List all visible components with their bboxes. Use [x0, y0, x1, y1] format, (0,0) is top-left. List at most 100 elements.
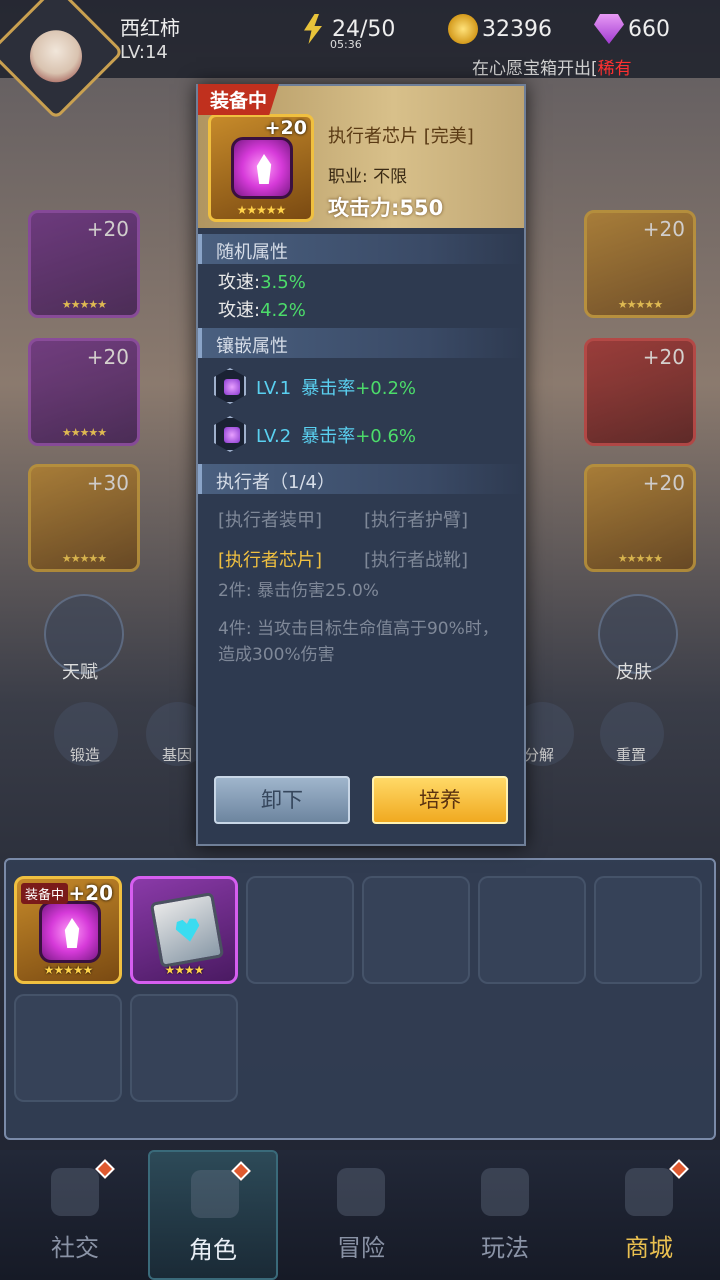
marquee-text: 在心愿宝箱开出[ [472, 59, 598, 79]
gene-label: 基因 [162, 746, 193, 764]
set-title: 执行者（1/4） [198, 464, 524, 494]
energy-timer: 05:36 [330, 38, 362, 51]
equip-slot-weapon[interactable]: +20 ★★★★★ [28, 210, 140, 318]
slot-stars: ★★★★★ [61, 552, 107, 565]
chip-icon [39, 901, 101, 963]
item-level: +20 [264, 117, 307, 139]
slot-level: +20 [86, 345, 129, 369]
attr-value: 4.2% [260, 300, 306, 321]
flame-icon [256, 154, 272, 184]
gold-counter[interactable]: 32396 [448, 14, 552, 44]
energy-icon [304, 14, 322, 44]
nav-play-label: 玩法 [481, 1234, 529, 1262]
shopping-cart-icon [625, 1168, 673, 1216]
inventory-item-book[interactable]: ★★★★ [130, 876, 238, 984]
slot-level: +20 [642, 345, 685, 369]
unload-button[interactable]: 卸下 [214, 776, 350, 824]
nav-shop[interactable]: 商城 [584, 1150, 714, 1280]
inventory-panel: 装备中 +20 ★★★★★ ★★★★ [4, 858, 716, 1140]
inventory-slot-empty[interactable] [594, 876, 702, 984]
item-name: 执行者芯片 [完美] [328, 126, 474, 147]
item-stars: ★★★★ [164, 963, 204, 977]
item-header: +20 ★★★★★ 执行者芯片 [完美] 职业: 不限 攻击力:550 装备中 [198, 84, 524, 228]
gold-value: 32396 [482, 16, 552, 42]
inlay-value: +0.6% [355, 426, 417, 447]
nav-social-label: 社交 [51, 1234, 99, 1262]
slot-level: +20 [642, 471, 685, 495]
set-bonus-4: 4件: 当攻击目标生命值高于90%时，造成300%伤害 [218, 619, 499, 665]
inlay-stat: 暴击率 [301, 378, 356, 399]
set-bonus-2: 2件: 暴击伤害25.0% [218, 581, 379, 601]
game-screen: 西红柿 LV:14 24/50 05:36 32396 660 在心愿宝箱开出[… [0, 0, 720, 1280]
inventory-slot-empty[interactable] [478, 876, 586, 984]
book-icon [149, 891, 225, 969]
nav-social[interactable]: 社交 [10, 1150, 140, 1280]
flame-icon [64, 918, 80, 948]
equip-slot-pet[interactable]: +20 ★★★★★ [584, 210, 696, 318]
marquee-highlight: 稀有 [597, 59, 632, 79]
gold-coin-icon [448, 14, 478, 44]
inventory-slot-empty[interactable] [130, 994, 238, 1102]
item-level: +20 [68, 881, 113, 905]
nav-adventure-label: 冒险 [337, 1234, 385, 1262]
attr-label: 攻速: [218, 272, 261, 293]
skin-label: 皮肤 [616, 662, 652, 683]
item-attack: 攻击力:550 [328, 196, 444, 220]
inventory-slot-empty[interactable] [14, 994, 122, 1102]
inventory-slot-empty[interactable] [362, 876, 470, 984]
gem-counter[interactable]: 660 [594, 14, 670, 44]
equip-slot-bracer[interactable]: +20 [584, 338, 696, 446]
top-bar: 西红柿 LV:14 24/50 05:36 32396 660 在心愿宝箱开出[… [0, 0, 720, 120]
random-attr: 攻速:4.2% [218, 296, 306, 322]
item-icon-frame: +20 ★★★★★ [208, 114, 314, 222]
player-level: LV:14 [120, 42, 168, 63]
inlay-level: LV.2 [256, 426, 292, 447]
gem-slot-icon[interactable] [214, 416, 246, 452]
inlay-title: 镶嵌属性 [198, 328, 524, 358]
equip-slot-chip[interactable]: +20 ★★★★★ [584, 464, 696, 572]
equipped-tag: 装备中 [198, 84, 280, 115]
inlay-level: LV.1 [256, 378, 292, 399]
train-button[interactable]: 培养 [372, 776, 508, 824]
avatar[interactable] [0, 0, 124, 120]
inlay-value: +0.2% [355, 378, 417, 399]
player-name: 西红柿 [120, 16, 180, 40]
item-job: 职业: 不限 [328, 167, 408, 187]
reset-label: 重置 [616, 746, 647, 764]
slot-level: +20 [86, 217, 129, 241]
inventory-slot-empty[interactable] [246, 876, 354, 984]
random-attrs-title: 随机属性 [198, 234, 524, 264]
announcement-marquee: 在心愿宝箱开出[稀有 [472, 54, 632, 79]
set-part: [执行者装甲] [218, 510, 323, 531]
gamepad-icon [481, 1168, 529, 1216]
random-attr: 攻速:3.5% [218, 268, 306, 294]
gem-icon [594, 14, 624, 44]
slot-stars: ★★★★★ [617, 298, 663, 311]
set-part-owned: [执行者芯片] [218, 550, 323, 571]
gem-slot-icon[interactable] [214, 368, 246, 404]
set-part: [执行者战靴] [364, 550, 469, 571]
item-stars: ★★★★★ [43, 963, 94, 977]
nav-character[interactable]: 角色 [148, 1150, 278, 1280]
forge-label: 锻造 [70, 746, 101, 764]
nav-adventure[interactable]: 冒险 [296, 1150, 426, 1280]
item-stars: ★★★★★ [236, 203, 287, 217]
equipped-tag: 装备中 [21, 883, 69, 904]
nav-play[interactable]: 玩法 [440, 1150, 570, 1280]
attr-value: 3.5% [260, 272, 306, 293]
inlay-row: LV.1 暴击率+0.2% [256, 374, 416, 400]
item-detail-popup: +20 ★★★★★ 执行者芯片 [完美] 职业: 不限 攻击力:550 装备中 … [196, 84, 526, 846]
slot-stars: ★★★★★ [61, 298, 107, 311]
equip-slot-armor[interactable]: +20 ★★★★★ [28, 338, 140, 446]
equip-slot-boots[interactable]: +30 ★★★★★ [28, 464, 140, 572]
slot-stars: ★★★★★ [617, 552, 663, 565]
nav-character-label: 角色 [189, 1236, 237, 1264]
avatar-face [29, 30, 82, 83]
chip-icon [231, 137, 293, 199]
talent-label: 天赋 [62, 662, 98, 683]
set-part: [执行者护臂] [364, 510, 469, 531]
bottom-nav: 社交 角色 冒险 玩法 商城 [0, 1150, 720, 1280]
nav-shop-label: 商城 [625, 1234, 673, 1262]
social-icon [51, 1168, 99, 1216]
inventory-item-chip[interactable]: 装备中 +20 ★★★★★ [14, 876, 122, 984]
